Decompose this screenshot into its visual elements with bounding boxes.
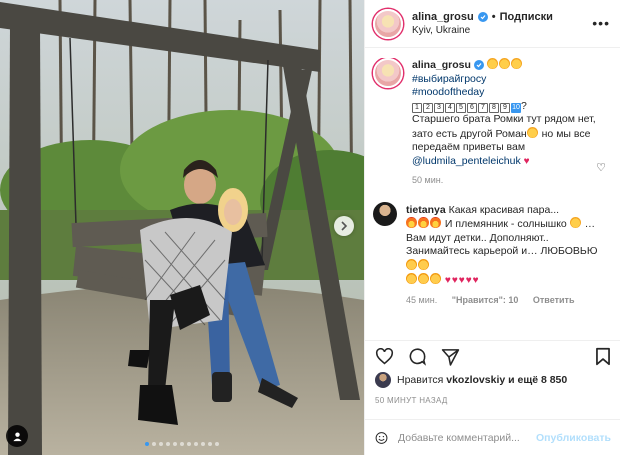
likes-text: Нравится vkozlovskiy и ещё 8 850 bbox=[397, 374, 567, 386]
hashtag-link[interactable]: #moodoftheday bbox=[412, 86, 484, 98]
bookmark-icon[interactable] bbox=[595, 347, 611, 366]
post-location[interactable]: Kyiv, Ukraine bbox=[412, 24, 553, 38]
heart-eyes-emoji-icon bbox=[418, 258, 429, 270]
comment-body: tietanya Какая красивая пара... И племян… bbox=[406, 204, 611, 308]
red-heart-emoji-icon: ♥ bbox=[465, 275, 472, 286]
caption-line: зато есть другой Роман bbox=[412, 127, 527, 140]
comment-input[interactable] bbox=[398, 431, 527, 444]
heart-eyes-emoji-icon bbox=[406, 273, 417, 284]
post-header: alina_grosu • Подписки Kyiv, Ukraine ••• bbox=[365, 0, 620, 48]
heart-eyes-emoji-icon bbox=[430, 273, 441, 284]
share-icon[interactable] bbox=[441, 348, 460, 366]
smile-emoji-icon bbox=[569, 217, 581, 228]
likes-prefix: Нравится bbox=[397, 374, 447, 386]
more-icon[interactable]: ••• bbox=[592, 15, 610, 31]
next-arrow-icon bbox=[341, 221, 348, 231]
number-keycap-emoji-icon: 8 bbox=[489, 102, 499, 113]
carousel-dot bbox=[180, 442, 184, 446]
number-keycap-emoji-icon: 9 bbox=[500, 102, 510, 113]
comment-time: 45 мин. bbox=[406, 294, 438, 305]
carousel-dot bbox=[208, 442, 212, 446]
number-keycap-emoji-icon: 6 bbox=[467, 102, 477, 113]
verified-icon bbox=[473, 60, 484, 70]
likes-count[interactable]: и ещё 8 850 bbox=[505, 374, 567, 386]
caption-username[interactable]: alina_grosu bbox=[412, 59, 471, 71]
user-tag-icon bbox=[12, 431, 22, 441]
number-keycap-emoji-icon: 7 bbox=[478, 102, 488, 113]
grin-emoji-icon bbox=[498, 58, 510, 69]
carousel-dot bbox=[187, 442, 191, 446]
fire-emoji-icon bbox=[406, 217, 417, 228]
caption-time: 50 мин. bbox=[412, 175, 444, 185]
caption-body: alina_grosu #выбирайгросу #moodoftheday … bbox=[412, 58, 613, 188]
fire-emoji-icon bbox=[430, 217, 441, 228]
caption: alina_grosu #выбирайгросу #moodoftheday … bbox=[373, 58, 613, 188]
comment-meta: 45 мин. "Нравится": 10 Ответить bbox=[406, 294, 611, 308]
comment-text: И племянник - солнышко bbox=[442, 218, 570, 230]
verified-icon bbox=[477, 11, 488, 22]
number-keycap-emoji-icon: 4 bbox=[445, 102, 455, 113]
commenter-avatar[interactable] bbox=[373, 201, 397, 226]
comment-like-heart-icon[interactable]: ♡ bbox=[596, 161, 606, 174]
emoji-icon[interactable] bbox=[375, 428, 388, 448]
caption-avatar[interactable] bbox=[373, 58, 403, 88]
red-heart-emoji-icon: ♥ bbox=[444, 275, 451, 286]
comment-icon[interactable] bbox=[408, 347, 427, 366]
hashtag-link[interactable]: #выбирайгросу bbox=[412, 73, 486, 85]
grin-emoji-icon bbox=[486, 58, 498, 69]
grin-emoji-icon bbox=[510, 58, 522, 69]
carousel-dot bbox=[166, 442, 170, 446]
commenter-username[interactable]: tietanya bbox=[406, 204, 446, 216]
red-heart-emoji-icon: ♥ bbox=[451, 275, 458, 286]
post-actions bbox=[365, 340, 620, 372]
heart-eyes-emoji-icon bbox=[406, 258, 417, 270]
number-keycap-emoji-icon: 3 bbox=[434, 102, 444, 113]
comment: tietanya Какая красивая пара... И племян… bbox=[373, 201, 613, 308]
number-emoji-row: 1 2 3 4 5 6 7 8 9 10 bbox=[412, 102, 521, 113]
likes-summary: Нравится vkozlovskiy и ещё 8 850 bbox=[375, 372, 567, 388]
liker-username[interactable]: vkozlovskiy bbox=[446, 374, 505, 386]
smile-emoji-icon bbox=[526, 126, 538, 138]
header-separator: • bbox=[491, 10, 496, 23]
caption-line: Старшего брата Ромки тут рядом нет, bbox=[412, 113, 596, 125]
heart-icon[interactable] bbox=[375, 348, 394, 365]
carousel-indicator bbox=[0, 442, 364, 446]
caption-question-mark: ? bbox=[521, 99, 527, 112]
author-username[interactable]: alina_grosu bbox=[412, 10, 474, 24]
carousel-dot bbox=[194, 442, 198, 446]
comments-section: alina_grosu #выбирайгросу #moodoftheday … bbox=[365, 58, 620, 330]
author-line: alina_grosu • Подписки bbox=[412, 10, 553, 24]
carousel-dot bbox=[215, 442, 219, 446]
next-photo-button[interactable] bbox=[334, 216, 354, 236]
red-heart-emoji-icon: ♥ bbox=[472, 275, 479, 286]
mention-link[interactable]: @ludmila_penteleichuk bbox=[412, 155, 521, 167]
author-info: alina_grosu • Подписки Kyiv, Ukraine bbox=[412, 10, 553, 38]
number-keycap-emoji-icon: 5 bbox=[456, 102, 466, 113]
comment-text: Какая красивая пара... bbox=[445, 203, 560, 216]
carousel-dot bbox=[152, 442, 156, 446]
red-heart-emoji-icon: ♥ bbox=[523, 155, 530, 167]
post-timestamp: 50 МИНУТ НАЗАД bbox=[375, 396, 448, 405]
publish-button[interactable]: Опубликовать bbox=[536, 432, 611, 444]
carousel-dot bbox=[201, 442, 205, 446]
following-button[interactable]: Подписки bbox=[500, 10, 553, 24]
add-comment-bar: Опубликовать bbox=[365, 419, 620, 455]
number-keycap-emoji-icon: 10 bbox=[511, 102, 521, 113]
carousel-dot bbox=[159, 442, 163, 446]
author-avatar[interactable] bbox=[373, 8, 403, 39]
photo-scene bbox=[0, 0, 364, 455]
reply-button[interactable]: Ответить bbox=[533, 295, 575, 305]
comment-likes-count[interactable]: "Нравится": 10 bbox=[452, 295, 519, 305]
heart-eyes-emoji-icon bbox=[418, 273, 429, 284]
number-keycap-emoji-icon: 1 bbox=[412, 102, 422, 113]
number-keycap-emoji-icon: 2 bbox=[423, 102, 433, 113]
liker-avatar[interactable] bbox=[375, 372, 391, 388]
fire-emoji-icon bbox=[418, 217, 429, 228]
carousel-dot bbox=[145, 442, 149, 446]
red-heart-emoji-icon: ♥ bbox=[458, 275, 465, 286]
carousel-dot bbox=[173, 442, 177, 446]
post-photo bbox=[0, 0, 364, 455]
post-side-panel: alina_grosu • Подписки Kyiv, Ukraine •••… bbox=[364, 0, 620, 455]
